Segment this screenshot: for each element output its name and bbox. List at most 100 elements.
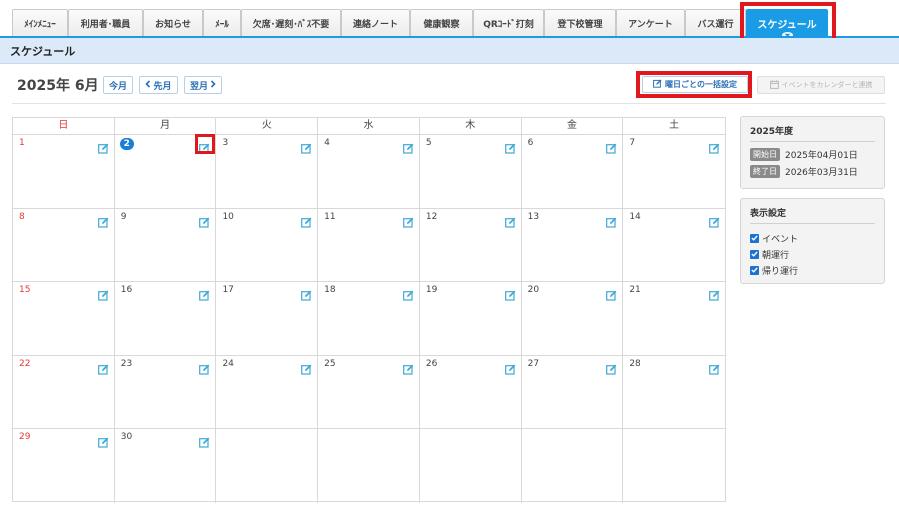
calendar-empty-cell <box>522 429 624 503</box>
highlight-box-edit-icon <box>195 134 216 154</box>
calendar-day-cell[interactable]: 9 <box>115 208 217 282</box>
edit-icon[interactable] <box>504 139 516 154</box>
edit-icon[interactable] <box>606 139 617 154</box>
edit-icon[interactable] <box>606 213 617 228</box>
calendar-day-cell[interactable]: 11 <box>318 208 420 282</box>
tab-notices[interactable]: お知らせ <box>143 9 203 36</box>
calendar-day-cell[interactable]: 22 <box>13 355 115 429</box>
calendar-day-cell[interactable]: 2 <box>115 134 217 208</box>
calendar-day-cell[interactable]: 18 <box>318 282 420 355</box>
calendar-day-cell[interactable]: 29 <box>13 429 115 503</box>
calendar-sync-button[interactable]: イベントをカレンダーと連携 <box>757 76 885 94</box>
edit-icon[interactable] <box>504 286 516 301</box>
calendar-day-cell[interactable]: 1 <box>13 135 115 208</box>
tab-bus[interactable]: バス運行 <box>685 9 746 36</box>
calendar-day-cell[interactable]: 6 <box>522 135 624 208</box>
edit-icon[interactable] <box>402 286 414 301</box>
calendar-day-cell[interactable]: 13 <box>522 208 624 282</box>
calendar-day-cell[interactable]: 23 <box>115 355 217 429</box>
this-month-label: 今月 <box>108 81 127 92</box>
edit-icon[interactable] <box>402 213 414 228</box>
day-number: 6 <box>527 138 534 148</box>
day-number: 25 <box>324 358 336 369</box>
calendar-day-cell[interactable]: 25 <box>318 355 420 429</box>
weekday-header: 金 <box>522 118 624 134</box>
tab-health-check[interactable]: 健康観察 <box>410 9 473 36</box>
calendar-day-cell[interactable]: 20 <box>522 282 624 355</box>
edit-icon[interactable] <box>709 213 720 228</box>
calendar-day-cell[interactable]: 16 <box>115 282 217 355</box>
edit-icon[interactable] <box>709 286 720 301</box>
day-number: 28 <box>629 358 641 369</box>
edit-icon[interactable] <box>97 213 109 228</box>
edit-icon[interactable] <box>504 360 516 375</box>
edit-icon[interactable] <box>97 286 109 301</box>
tab-qr-stamp[interactable]: QRｺｰﾄﾞ打刻 <box>473 9 544 36</box>
edit-icon[interactable] <box>402 360 414 375</box>
calendar-day-cell[interactable]: 10 <box>216 208 319 282</box>
header-divider <box>12 103 886 104</box>
edit-icon[interactable] <box>606 360 617 375</box>
edit-icon[interactable] <box>402 139 414 154</box>
day-number: 13 <box>527 211 540 222</box>
checkbox-checked-icon[interactable] <box>750 233 759 243</box>
calendar-day-cell[interactable]: 24 <box>216 355 319 429</box>
morning-run-toggle[interactable]: 朝運行 <box>750 246 875 262</box>
this-month-button[interactable]: 今月 <box>103 76 133 94</box>
calendar-week-row: 1 2 3 4 5 6 7 <box>13 134 725 209</box>
chevron-left-icon <box>145 79 151 91</box>
calendar-day-cell[interactable]: 4 <box>318 135 420 208</box>
edit-icon[interactable] <box>709 360 720 375</box>
calendar-day-cell[interactable]: 28 <box>623 356 725 429</box>
edit-icon[interactable] <box>301 286 312 301</box>
calendar-day-cell[interactable]: 17 <box>216 282 319 355</box>
edit-icon[interactable] <box>199 360 210 375</box>
tab-users-staff[interactable]: 利用者･職員 <box>68 9 143 36</box>
calendar-day-cell[interactable]: 30 <box>115 429 217 503</box>
return-run-toggle[interactable]: 帰り運行 <box>750 262 875 278</box>
calendar-day-cell[interactable]: 15 <box>13 282 115 355</box>
edit-icon[interactable] <box>199 213 210 228</box>
edit-icon[interactable] <box>97 433 109 448</box>
tab-main-menu[interactable]: ﾒｲﾝﾒﾆｭｰ <box>12 9 68 36</box>
weekday-header-row: 日月火水木金 土 <box>13 118 725 135</box>
event-toggle[interactable]: イベント <box>750 230 875 246</box>
day-number: 26 <box>425 358 438 369</box>
calendar-day-cell[interactable]: 3 <box>216 135 319 208</box>
calendar-day-cell[interactable]: 7 <box>623 135 725 208</box>
day-number: 9 <box>120 211 127 222</box>
calendar-day-cell[interactable]: 26 <box>420 355 522 429</box>
edit-icon[interactable] <box>301 139 312 154</box>
prev-month-label: 先月 <box>153 81 172 92</box>
edit-icon[interactable] <box>97 360 109 375</box>
weekday-header: 火 <box>216 118 319 134</box>
calendar-day-cell[interactable]: 12 <box>420 208 522 282</box>
edit-icon[interactable] <box>301 360 312 375</box>
day-number: 7 <box>629 138 636 148</box>
calendar-day-cell[interactable]: 5 <box>420 135 522 208</box>
checkbox-checked-icon[interactable] <box>750 249 759 259</box>
edit-icon[interactable] <box>199 433 210 448</box>
tab-absence[interactable]: 欠席･遅刻･ﾊﾞｽ不要 <box>241 9 341 36</box>
tab-survey[interactable]: アンケート <box>616 9 685 36</box>
calendar-day-cell[interactable]: 27 <box>522 355 624 429</box>
calendar-week-row: 8 9 10 11 12 13 14 <box>13 208 725 283</box>
edit-icon[interactable] <box>199 286 210 301</box>
calendar-day-cell[interactable]: 14 <box>623 209 725 282</box>
edit-icon[interactable] <box>606 286 617 301</box>
next-month-button[interactable]: 翌月 <box>184 76 222 94</box>
tab-mail[interactable]: ﾒｰﾙ <box>203 9 241 36</box>
prev-month-button[interactable]: 先月 <box>139 76 178 94</box>
calendar-day-cell[interactable]: 21 <box>623 282 725 355</box>
tab-attendance[interactable]: 登下校管理 <box>544 9 616 36</box>
edit-icon[interactable] <box>709 139 720 154</box>
edit-icon[interactable] <box>97 139 109 154</box>
day-number: 12 <box>425 211 438 222</box>
checkbox-checked-icon[interactable] <box>750 265 759 275</box>
calendar-day-cell[interactable]: 8 <box>13 208 115 282</box>
month-title: 2025年 6月 <box>17 78 99 94</box>
edit-icon[interactable] <box>504 213 516 228</box>
edit-icon[interactable] <box>301 213 312 228</box>
tab-contact-notebook[interactable]: 連絡ノート <box>341 9 410 36</box>
calendar-day-cell[interactable]: 19 <box>420 282 522 355</box>
